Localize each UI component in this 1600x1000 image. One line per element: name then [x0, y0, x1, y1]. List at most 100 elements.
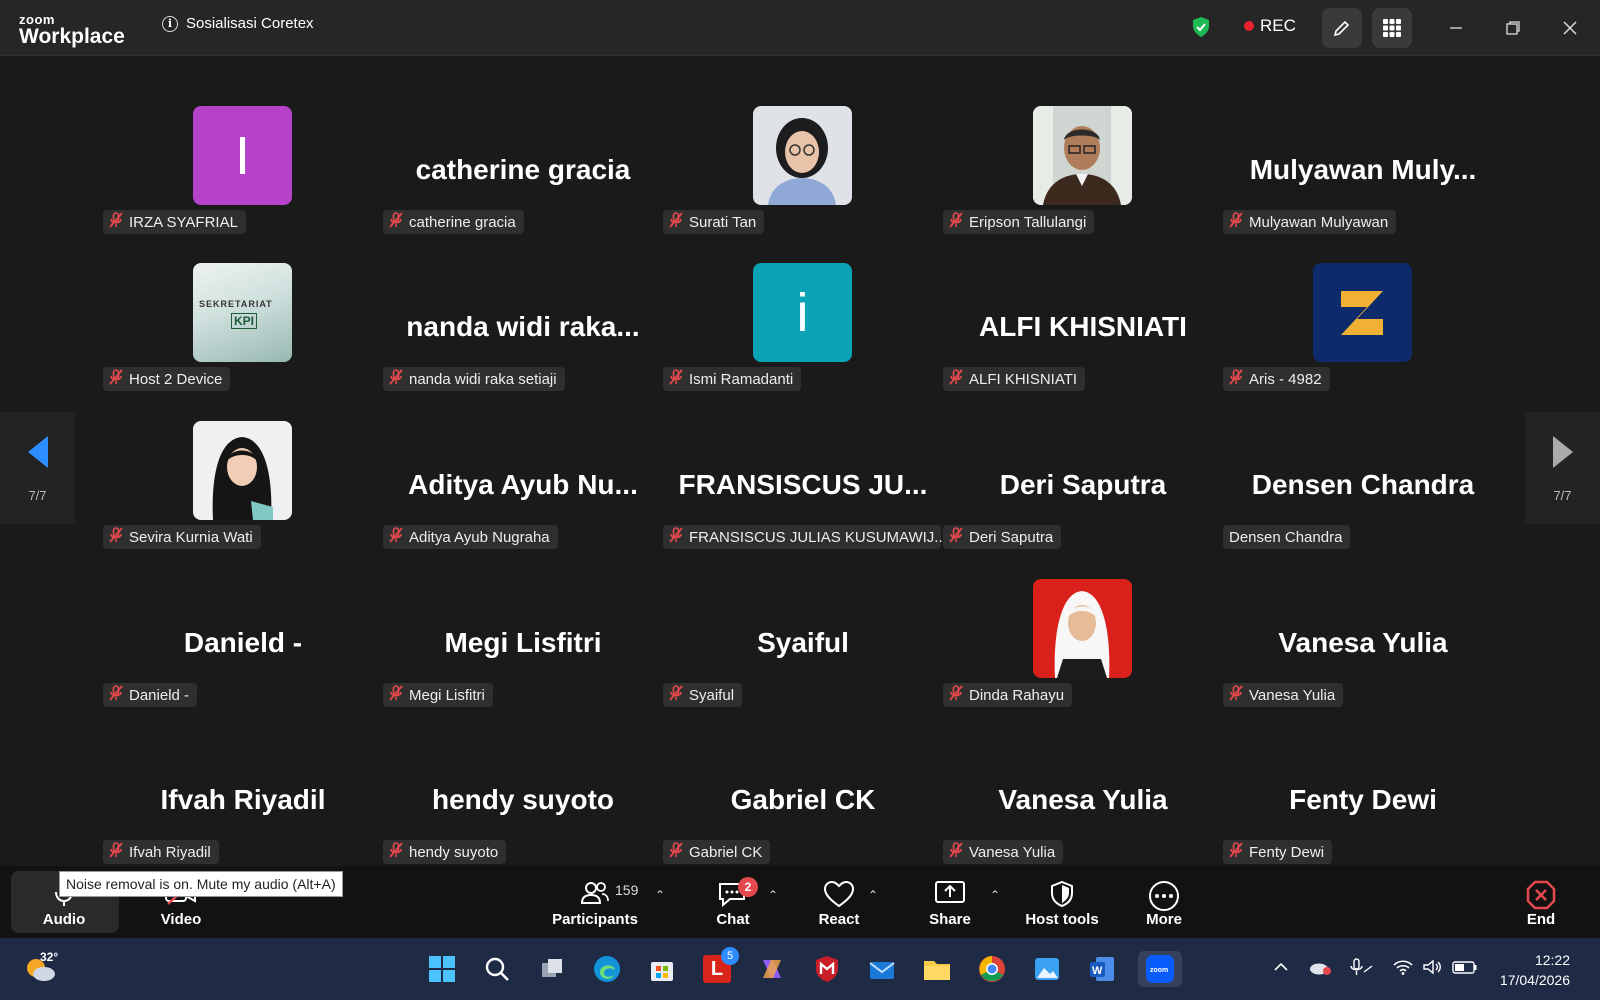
participant-tile[interactable]: Deri Saputra Deri Saputra [943, 417, 1223, 575]
arrow-left-icon [27, 435, 48, 468]
participants-options-caret[interactable]: ⌃ [655, 888, 665, 902]
battery-status[interactable] [1452, 958, 1478, 981]
participant-tile[interactable]: Aris - 4982 [1223, 259, 1503, 417]
participant-tile[interactable]: nanda widi raka... nanda widi raka setiaj… [383, 259, 663, 417]
mic-muted-icon [669, 527, 683, 547]
wifi-icon [1393, 960, 1413, 975]
search-taskbar-button[interactable] [479, 951, 515, 987]
mic-muted-icon [389, 212, 403, 232]
volume-control[interactable] [1422, 958, 1444, 981]
mic-muted-icon [669, 212, 683, 232]
participant-tile[interactable]: SEKRETARIAT KPI Host 2 Device [103, 259, 383, 417]
participant-tile[interactable]: i Ismi Ramadanti [663, 259, 943, 417]
participant-name-tag: catherine gracia [383, 210, 524, 234]
participant-tile[interactable]: Surati Tan [663, 102, 943, 260]
participant-name-tag: Syaiful [663, 683, 743, 707]
start-button[interactable] [424, 951, 460, 987]
participant-name-tag: Eripson Tallulangi [943, 210, 1095, 234]
participant-tile[interactable]: Densen Chandra Densen Chandra [1223, 417, 1503, 575]
meeting-info[interactable]: i Sosialisasi Coretex [162, 15, 314, 32]
mail-icon [869, 962, 895, 979]
letter-l-app[interactable]: L 5 [699, 947, 739, 987]
weather-widget[interactable]: 32° [22, 950, 58, 991]
mic-in-use-indicator[interactable] [1348, 958, 1374, 983]
chat-options-caret[interactable]: ⌃ [768, 888, 778, 902]
participant-name-tag: nanda widi raka setiaji [383, 367, 565, 391]
participant-tile[interactable]: Eripson Tallulangi [943, 102, 1223, 260]
participant-name-tag: IRZA SYAFRIAL [103, 210, 246, 234]
chrome-icon [979, 956, 1005, 982]
rec-label: REC [1260, 16, 1296, 35]
participant-name: Host 2 Device [129, 370, 223, 388]
participant-display-name: hendy suyoto [431, 784, 614, 815]
participant-tile[interactable]: Dinda Rahayu [943, 575, 1223, 733]
participants-label: Participants [552, 911, 638, 928]
onedrive-status[interactable] [1308, 958, 1332, 981]
participant-tile[interactable]: Danield - Danield - [103, 575, 383, 733]
restore-button[interactable] [1497, 12, 1529, 44]
participant-display-name: catherine gracia [415, 154, 631, 185]
photos-app[interactable] [1029, 951, 1065, 987]
participant-name: Ismi Ramadanti [689, 370, 794, 388]
show-hidden-icons-button[interactable] [1272, 958, 1290, 981]
participant-display-name: Ifvah Riyadil [160, 784, 326, 815]
more-button[interactable]: More [1144, 866, 1184, 938]
mcafee-app[interactable] [809, 951, 845, 987]
word-app[interactable]: W [1084, 951, 1120, 987]
react-options-caret[interactable]: ⌃ [868, 888, 878, 902]
participant-tile[interactable]: Megi Lisfitri Megi Lisfitri [383, 575, 663, 733]
participant-display-name: Syaiful [757, 627, 849, 658]
annotate-button[interactable] [1322, 8, 1362, 48]
participant-name: Surati Tan [689, 213, 757, 231]
participants-button[interactable]: Participants [552, 866, 638, 938]
participant-tile[interactable]: Syaiful Syaiful [663, 575, 943, 733]
participant-name: Vanesa Yulia [969, 843, 1056, 861]
task-view-button[interactable] [534, 951, 570, 987]
clock-time: 12:22 [1534, 952, 1570, 968]
restore-icon [1506, 21, 1520, 35]
participant-name-tag: Danield - [103, 683, 198, 707]
mcafee-shield-icon [816, 956, 838, 982]
share-button[interactable]: Share [928, 866, 972, 938]
close-button[interactable] [1554, 12, 1586, 44]
previous-page-button[interactable]: 7/7 [0, 412, 75, 524]
participants-count: 159 [615, 882, 639, 898]
apps-button[interactable] [1372, 8, 1412, 48]
system-clock[interactable]: 12:22 17/04/2026 [1500, 950, 1570, 990]
participant-tile[interactable]: Vanesa Yulia Vanesa Yulia [1223, 575, 1503, 733]
react-button[interactable]: React [818, 866, 860, 938]
outlook-app[interactable] [864, 951, 900, 987]
participant-tile[interactable]: Aditya Ayub Nu... Aditya Ayub Nugraha [383, 417, 663, 575]
minimize-button[interactable] [1440, 12, 1472, 44]
participant-name-tag: Aditya Ayub Nugraha [383, 525, 558, 549]
file-explorer-app[interactable] [919, 951, 955, 987]
apps-grid-icon [1383, 19, 1401, 37]
participant-tile[interactable]: catherine gracia catherine gracia [383, 102, 663, 260]
clock-date: 17/04/2026 [1499, 972, 1570, 988]
end-meeting-button[interactable]: End [1522, 866, 1560, 938]
info-icon[interactable]: i [162, 15, 178, 32]
encryption-shield-icon[interactable] [1191, 16, 1211, 43]
participant-tile[interactable]: FRANSISCUS JU... FRANSISCUS JULIAS KUSUMA… [663, 417, 947, 575]
copilot-app[interactable] [754, 951, 790, 987]
share-options-caret[interactable]: ⌃ [990, 888, 1000, 902]
end-label: End [1526, 911, 1556, 928]
participant-tile[interactable]: Mulyawan Muly... Mulyawan Mulyawan [1223, 102, 1503, 260]
edge-app[interactable] [589, 951, 625, 987]
mic-muted-icon [1229, 369, 1243, 389]
audio-tooltip: Noise removal is on. Mute my audio (Alt+… [59, 871, 343, 897]
next-page-button[interactable]: 7/7 [1525, 412, 1600, 524]
wifi-status[interactable] [1392, 958, 1414, 981]
participant-tile[interactable]: I IRZA SYAFRIAL [103, 102, 383, 260]
chevron-up-icon [1274, 962, 1288, 971]
participant-tile[interactable]: ALFI KHISNIATI ALFI KHISNIATI [943, 259, 1223, 417]
participant-name-tag: Surati Tan [663, 210, 765, 234]
participant-tile[interactable]: Sevira Kurnia Wati [103, 417, 383, 575]
host-tools-button[interactable]: Host tools [1024, 866, 1100, 938]
zoom-app[interactable]: zoom [1138, 951, 1182, 987]
share-screen-icon [935, 881, 965, 903]
store-app[interactable] [644, 951, 680, 987]
chrome-app[interactable] [974, 951, 1010, 987]
recording-indicator[interactable]: REC [1244, 16, 1296, 36]
participant-display-name: Megi Lisfitri [444, 627, 602, 658]
